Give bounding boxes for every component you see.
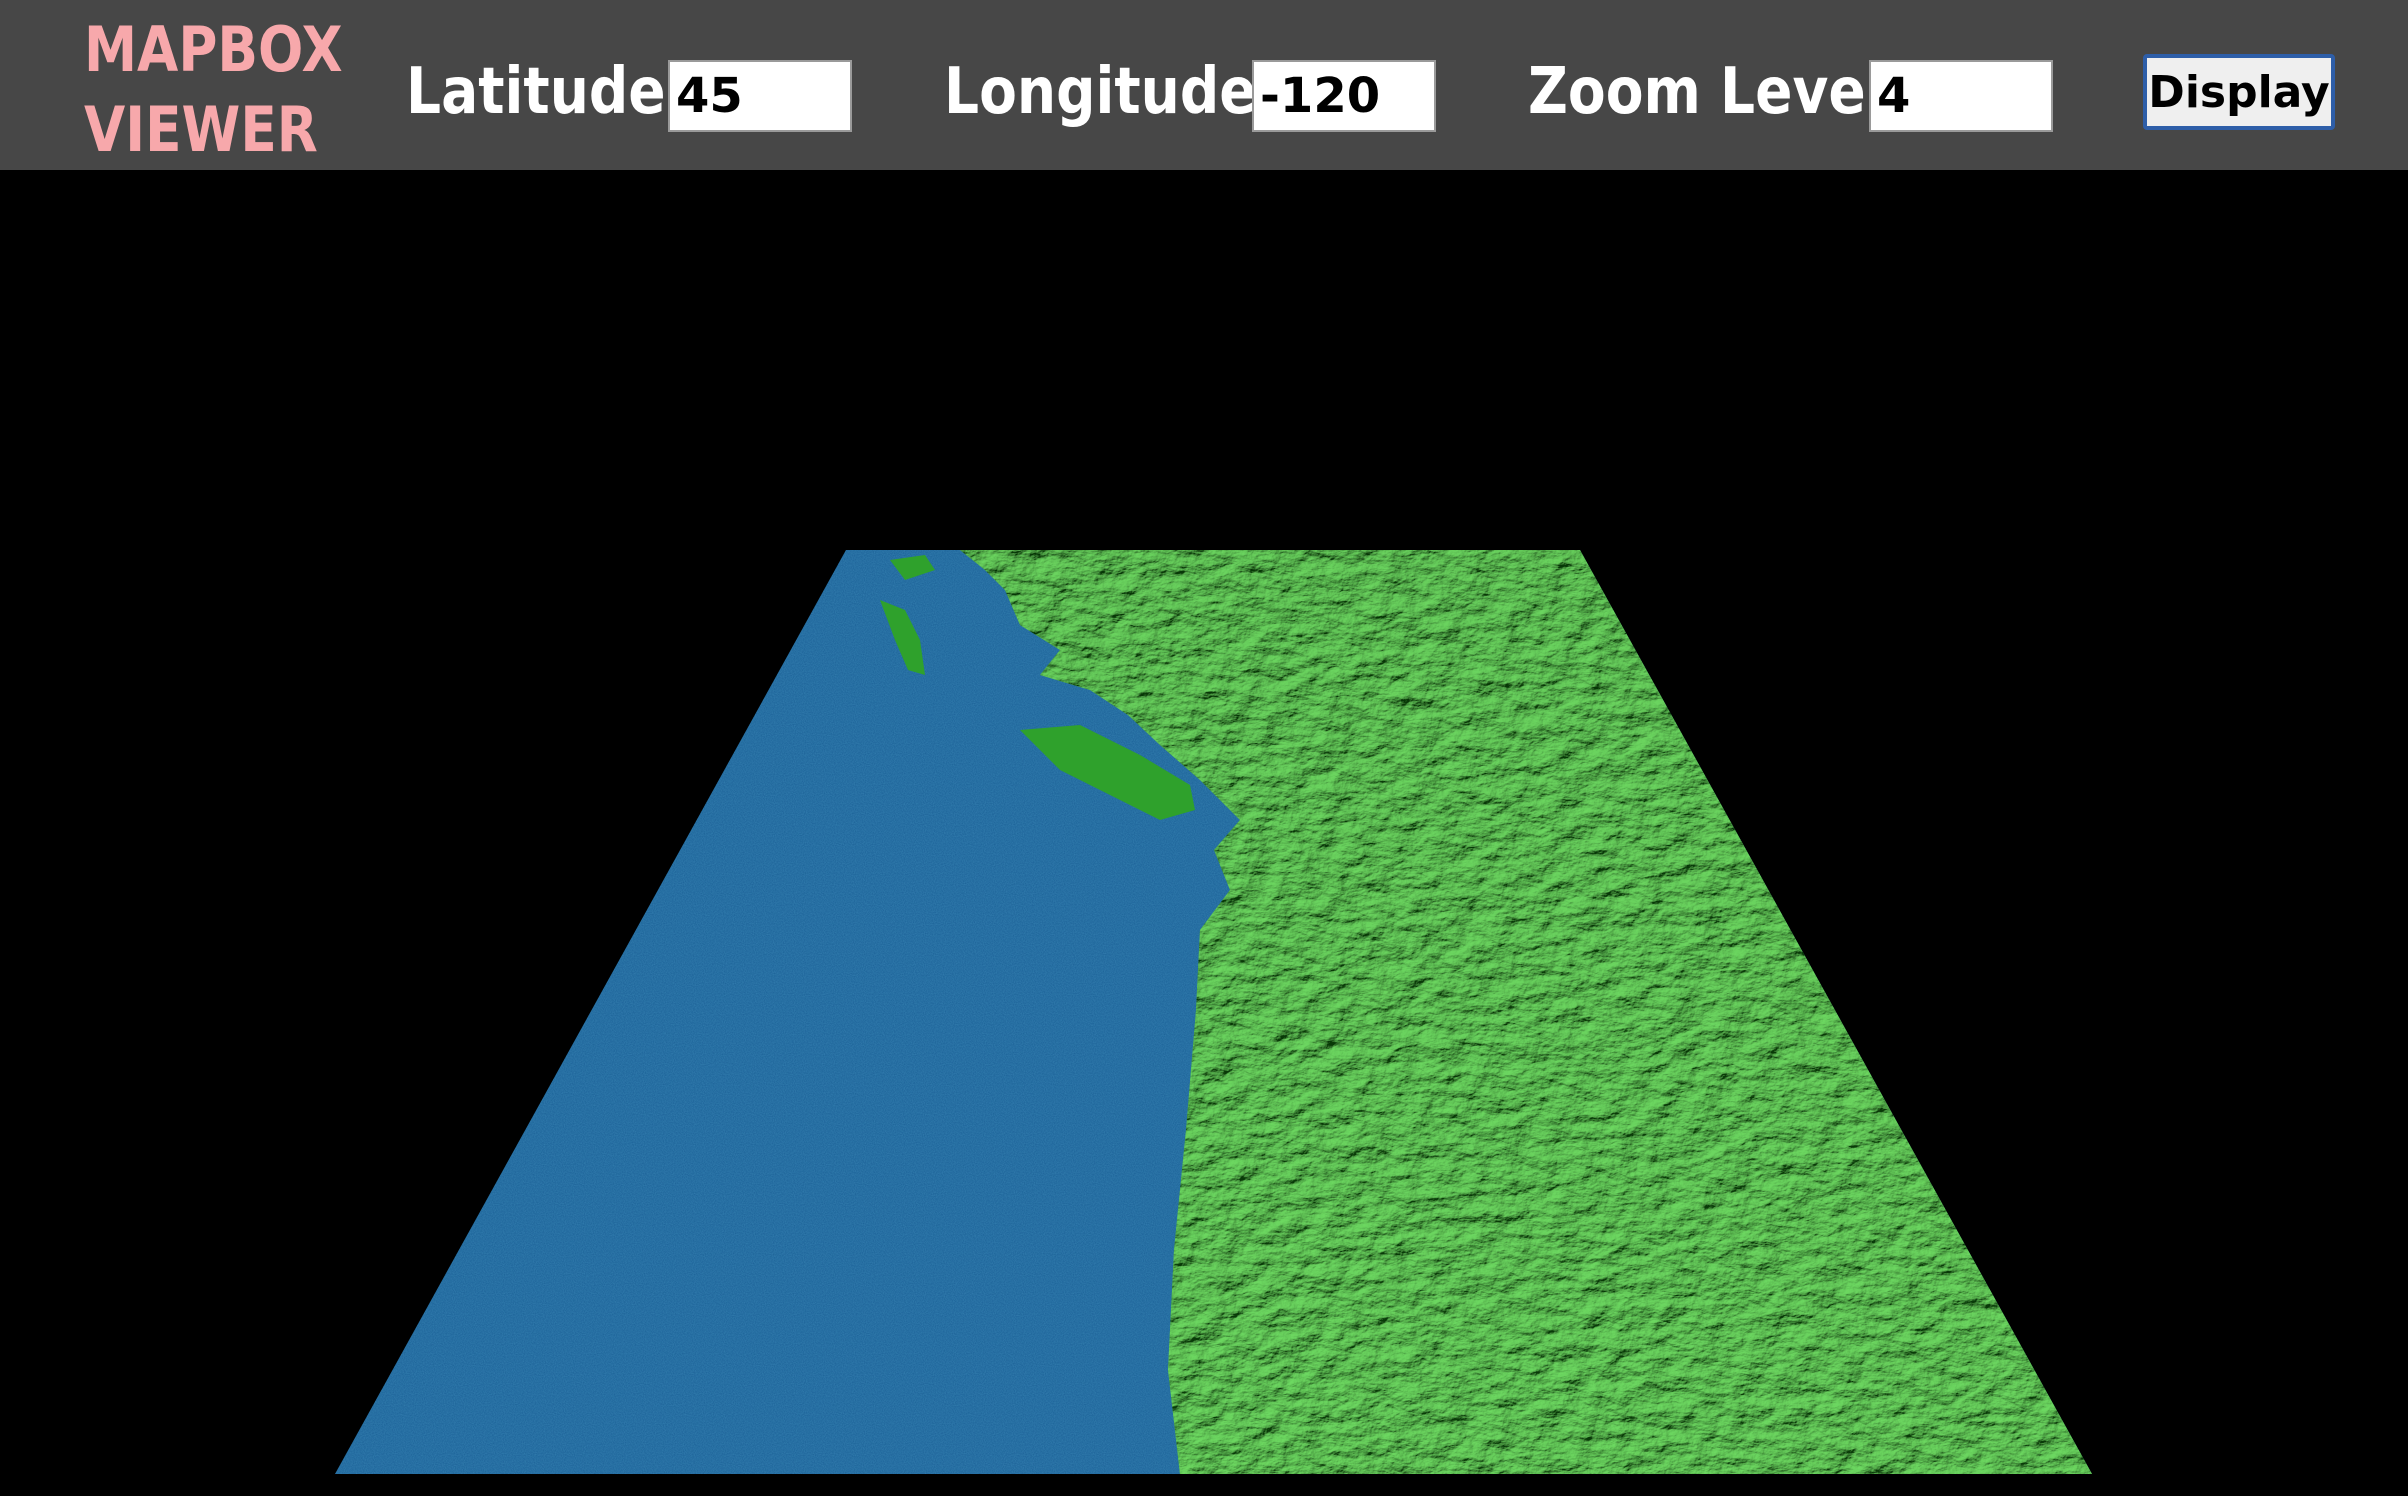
app-logo: MAPBOX VIEWER (84, 10, 343, 170)
latitude-input[interactable] (668, 60, 852, 132)
display-button[interactable]: Display (2143, 54, 2335, 130)
header-bar: MAPBOX VIEWER Latitude: Longitude: Zoom … (0, 0, 2408, 170)
zoom-level-input[interactable] (1869, 60, 2053, 132)
map-3d-viewport[interactable] (0, 170, 2408, 1496)
logo-line-1: MAPBOX (84, 13, 343, 86)
latitude-label: Latitude: (406, 55, 688, 129)
longitude-input[interactable] (1252, 60, 1436, 132)
terrain-canvas[interactable] (0, 170, 2408, 1496)
logo-line-2: VIEWER (84, 93, 318, 166)
zoom-level-label: Zoom Level: (1528, 55, 1907, 129)
longitude-label: Longitude: (944, 55, 1279, 129)
